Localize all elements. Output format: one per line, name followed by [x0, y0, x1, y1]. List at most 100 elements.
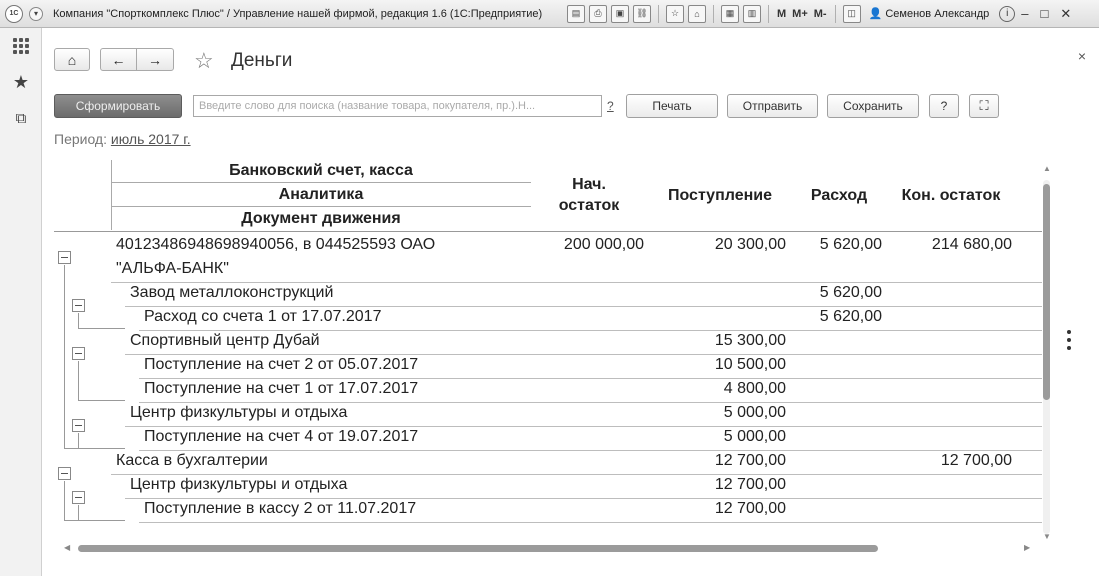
home-icon: ⌂ [67, 51, 77, 68]
close-icon[interactable]: × [1078, 48, 1086, 64]
row-separator [139, 450, 1042, 451]
row-income-value: 5 000,00 [723, 428, 786, 445]
app-logo-icon: 1С [5, 4, 23, 23]
header-bottom-line [54, 231, 1042, 232]
tree-line [78, 448, 125, 449]
horizontal-scroll-thumb[interactable] [78, 545, 878, 552]
row-name: Поступление на счет 1 от 17.07.2017 [144, 380, 419, 397]
user-name-text: Семенов Александр [885, 8, 990, 20]
collapse-toggle-icon[interactable] [58, 467, 71, 480]
row-expense-value: 5 620,00 [819, 236, 882, 253]
generate-button[interactable]: Сформировать [54, 94, 182, 118]
add-to-favorites-star-icon[interactable]: ☆ [194, 48, 214, 74]
calculator-icon[interactable]: ▦ [721, 4, 739, 23]
collapse-toggle-icon[interactable] [72, 491, 85, 504]
scroll-down-icon[interactable]: ▼ [1043, 532, 1051, 541]
help-button[interactable]: ? [929, 94, 959, 118]
row-income-value: 12 700,00 [714, 452, 786, 469]
header-end-balance: Кон. остаток [901, 187, 1001, 204]
period-link[interactable]: июль 2017 г. [111, 131, 191, 147]
separator [713, 4, 714, 23]
row-name: Спортивный центр Дубай [130, 332, 320, 349]
tree-line [78, 505, 79, 520]
link-icon[interactable]: ⛓ [633, 4, 651, 23]
tree-line [64, 481, 65, 520]
memory-button[interactable]: M [777, 8, 786, 20]
main-menu-icon[interactable]: ▾ [29, 6, 43, 21]
minimize-icon[interactable]: – [1021, 6, 1028, 21]
horizontal-scrollbar[interactable]: ◀ ▶ [64, 543, 1034, 552]
sections-panel: ★ ⧉ [0, 28, 42, 576]
row-name: Поступление на счет 4 от 19.07.2017 [144, 428, 419, 445]
scroll-right-icon[interactable]: ▶ [1024, 543, 1030, 552]
panel-icon[interactable]: ◫ [842, 4, 861, 23]
row-separator [125, 306, 1042, 307]
print-icon[interactable]: ⎙ [589, 4, 607, 23]
favorites-star-icon[interactable]: ★ [0, 64, 42, 100]
home-button[interactable]: ⌂ [54, 48, 90, 71]
maximize-icon[interactable]: □ [1040, 6, 1048, 21]
forward-button[interactable]: → [136, 48, 174, 71]
tree-line [78, 361, 79, 400]
header-start-balance-2: остаток [558, 197, 620, 214]
close-window-icon[interactable]: ✕ [1060, 6, 1071, 22]
row-name-continued: "АЛЬФА-БАНК" [116, 260, 229, 277]
all-functions-icon[interactable] [0, 28, 42, 64]
row-separator [139, 378, 1042, 379]
back-button[interactable]: ← [100, 48, 137, 71]
collapse-toggle-icon[interactable] [58, 251, 71, 264]
tree-line [78, 520, 125, 521]
report-table: Банковский счет, касса Аналитика Докумен… [54, 160, 1042, 544]
row-end-value: 214 680,00 [931, 236, 1012, 253]
row-separator [125, 354, 1042, 355]
scroll-up-icon[interactable]: ▲ [1043, 164, 1051, 173]
more-actions-icon[interactable] [1067, 330, 1073, 354]
vertical-scrollbar[interactable]: ▲ ▼ [1042, 164, 1051, 544]
row-name: Центр физкультуры и отдыха [130, 476, 348, 493]
save-button[interactable]: Сохранить [827, 94, 919, 118]
favorites-icon[interactable]: ☆ [666, 4, 684, 23]
row-name: Расход со счета 1 от 17.07.2017 [144, 308, 382, 325]
preview-icon[interactable]: ▣ [611, 4, 629, 23]
title-toolbar: ▤ ⎙ ▣ ⛓ ☆ ⌂ ▦ ▥ M M+ M- ◫ 👤 Семенов Алек… [565, 4, 1077, 23]
row-income-value: 4 800,00 [723, 380, 786, 397]
collapse-toggle-icon[interactable] [72, 347, 85, 360]
page-title: Деньги [231, 50, 293, 71]
title-bar: 1С ▾ Компания "Спорткомплекс Плюс" / Упр… [0, 0, 1099, 28]
fullscreen-button[interactable]: ⛶ [969, 94, 999, 118]
scroll-left-icon[interactable]: ◀ [64, 543, 70, 552]
row-expense-value: 5 620,00 [819, 308, 882, 325]
row-income-value: 12 700,00 [714, 500, 786, 517]
header-income: Поступление [667, 187, 772, 204]
calendar-icon[interactable]: ▥ [743, 4, 761, 23]
tree-line [78, 433, 79, 448]
arrow-left-icon: ← [111, 51, 126, 68]
history-icon[interactable]: ⌂ [688, 4, 706, 23]
memory-plus-button[interactable]: M+ [792, 8, 808, 20]
row-separator [111, 474, 1042, 475]
collapse-toggle-icon[interactable] [72, 419, 85, 432]
row-name: Центр физкультуры и отдыха [130, 404, 348, 421]
separator [834, 4, 836, 23]
search-help-link[interactable]: ? [607, 99, 614, 113]
row-income-value: 15 300,00 [714, 332, 786, 349]
collapse-toggle-icon[interactable] [72, 299, 85, 312]
row-income-value: 10 500,00 [714, 356, 786, 373]
header-document: Документ движения [241, 210, 401, 227]
row-end-value: 12 700,00 [940, 452, 1012, 469]
info-icon[interactable]: i [999, 5, 1016, 22]
history-clock-icon[interactable]: ⧉ [0, 100, 42, 136]
main-content: ⌂ ← → ☆ Деньги × Сформировать Введите сл… [42, 28, 1099, 576]
send-button[interactable]: Отправить [727, 94, 818, 118]
tree-line [78, 328, 125, 329]
vertical-scroll-thumb[interactable] [1043, 184, 1050, 400]
user-name[interactable]: 👤 Семенов Александр [869, 7, 990, 20]
separator [768, 4, 769, 23]
search-input[interactable]: Введите слово для поиска (название товар… [193, 95, 602, 117]
print-button[interactable]: Печать [626, 94, 718, 118]
row-separator [125, 426, 1042, 427]
save-icon[interactable]: ▤ [567, 4, 585, 23]
memory-minus-button[interactable]: M- [814, 8, 827, 20]
row-start-value: 200 000,00 [563, 236, 644, 253]
header-start-balance-1: Нач. [572, 176, 606, 193]
